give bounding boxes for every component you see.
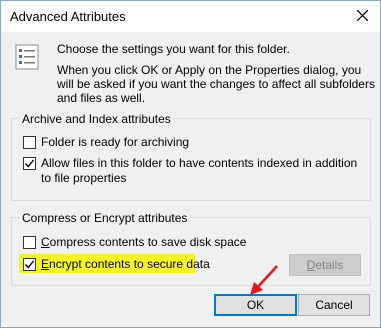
info-text: Choose the settings you want for this fo… [57, 42, 375, 112]
info-line-2: When you click OK or Apply on the Proper… [57, 63, 375, 105]
info-line-1: Choose the settings you want for this fo… [57, 42, 290, 56]
cancel-button[interactable]: Cancel [298, 294, 370, 316]
settings-list-icon [14, 44, 40, 70]
title-bar: Advanced Attributes [1, 1, 380, 32]
index-checkbox-row[interactable]: Allow files in this folder to have conte… [23, 156, 363, 186]
red-arrow-annotation [250, 265, 278, 295]
ok-button[interactable]: OK [214, 294, 297, 316]
compress-checkbox[interactable] [23, 236, 36, 249]
dialog-title: Advanced Attributes [10, 9, 126, 24]
advanced-attributes-dialog: Advanced Attributes Choose the settings … [0, 0, 381, 328]
archive-group-title: Archive and Index attributes [19, 112, 174, 126]
archive-checkbox[interactable] [23, 136, 36, 149]
compress-checkbox-label[interactable]: Compress contents to save disk space [41, 235, 246, 250]
encrypt-checkbox-row[interactable]: Encrypt contents to secure data [23, 257, 210, 272]
cancel-button-label: Cancel [315, 298, 353, 312]
encrypt-checkbox-label[interactable]: Encrypt contents to secure data [41, 257, 210, 272]
compress-label-text: ompress contents to save disk space [49, 235, 247, 249]
details-button[interactable]: Details [289, 254, 361, 276]
close-icon [356, 9, 368, 24]
checkmark-icon [24, 159, 35, 168]
encrypt-checkbox[interactable] [23, 258, 36, 271]
encrypt-label-text: ncrypt contents to secure data [49, 257, 210, 271]
checkmark-icon [24, 260, 35, 269]
archive-checkbox-label[interactable]: Folder is ready for archiving [41, 135, 189, 150]
close-button[interactable] [344, 1, 380, 32]
compress-checkbox-row[interactable]: Compress contents to save disk space [23, 235, 246, 250]
details-button-label: Details [306, 258, 344, 272]
index-checkbox[interactable] [23, 157, 36, 170]
archive-checkbox-row[interactable]: Folder is ready for archiving [23, 135, 189, 150]
ok-button-label: OK [246, 298, 265, 312]
index-checkbox-label[interactable]: Allow files in this folder to have conte… [41, 156, 359, 186]
compress-group-title: Compress or Encrypt attributes [19, 211, 191, 225]
